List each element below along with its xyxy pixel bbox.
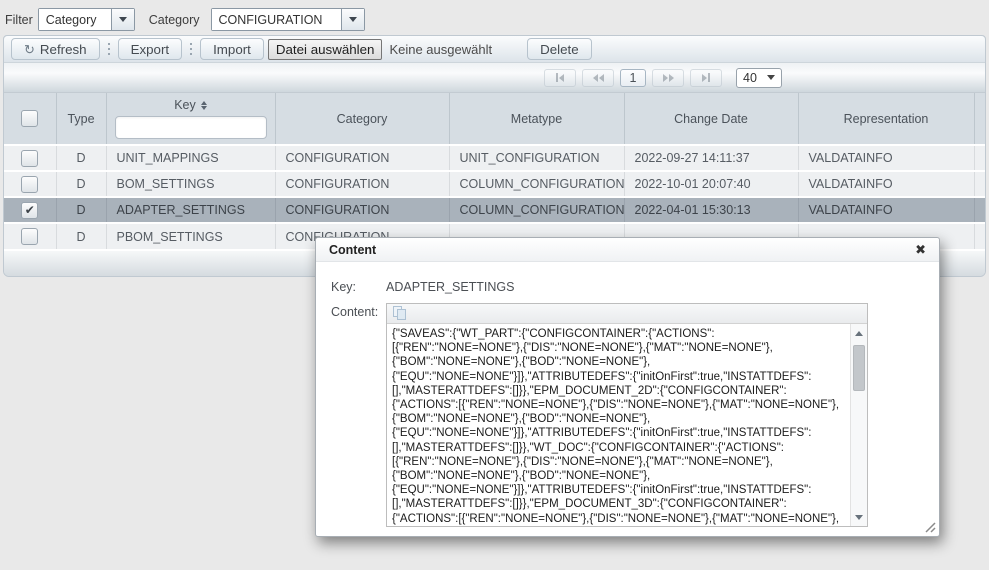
row-checkbox-checked[interactable]: ✔ xyxy=(21,202,38,219)
cell-representation: VALDATAINFO xyxy=(798,171,974,197)
dialog-title: Content xyxy=(329,243,376,257)
cell-category: CONFIGURATION xyxy=(275,171,449,197)
table-row-selected[interactable]: ✔ D ADAPTER_SETTINGS CONFIGURATION COLUM… xyxy=(4,197,985,223)
column-header-representation[interactable]: Representation xyxy=(798,93,974,145)
filter-type-select-value[interactable]: Category xyxy=(39,9,111,30)
column-header-category[interactable]: Category xyxy=(275,93,449,145)
cell-representation: VALDATAINFO xyxy=(798,145,974,171)
editor-toolbar xyxy=(387,304,867,324)
dialog-titlebar[interactable]: Content ✖ xyxy=(316,238,939,262)
cell-change-date: 2022-10-01 20:07:40 xyxy=(624,171,798,197)
content-editor-panel: {"SAVEAS":{"WT_PART":{"CONFIGCONTAINER":… xyxy=(386,303,868,527)
row-checkbox[interactable] xyxy=(21,176,38,193)
toolbar-separator xyxy=(108,43,110,56)
cell-representation: VALDATAINFO xyxy=(798,197,974,223)
page-size-value: 40 xyxy=(743,71,757,85)
cell-key: BOM_SETTINGS xyxy=(106,171,275,197)
key-value: ADAPTER_SETTINGS xyxy=(386,278,515,294)
column-header-key[interactable]: Key xyxy=(106,93,275,145)
table-row[interactable]: D BOM_SETTINGS CONFIGURATION COLUMN_CONF… xyxy=(4,171,985,197)
delete-button[interactable]: Delete xyxy=(527,38,592,60)
page-size-select[interactable]: 40 xyxy=(736,68,782,88)
cell-type: D xyxy=(56,197,106,223)
page-next-button[interactable] xyxy=(652,69,684,87)
dropdown-icon xyxy=(767,75,775,84)
cell-metatype: COLUMN_CONFIGURATION xyxy=(449,197,624,223)
column-header-type[interactable]: Type xyxy=(56,93,106,145)
cell-change-date: 2022-09-27 14:11:37 xyxy=(624,145,798,171)
column-header-metatype[interactable]: Metatype xyxy=(449,93,624,145)
import-button[interactable]: Import xyxy=(200,38,264,60)
row-checkbox[interactable] xyxy=(21,228,38,245)
refresh-button[interactable]: ↻ Refresh xyxy=(11,38,100,60)
refresh-icon: ↻ xyxy=(24,43,35,56)
cell-key: ADAPTER_SETTINGS xyxy=(106,197,275,223)
scroll-up-icon[interactable] xyxy=(851,325,867,341)
export-button[interactable]: Export xyxy=(118,38,183,60)
cell-metatype: UNIT_CONFIGURATION xyxy=(449,145,624,171)
paginator: 1 40 xyxy=(4,63,985,93)
row-checkbox[interactable] xyxy=(21,150,38,167)
content-dialog: Content ✖ Key: ADAPTER_SETTINGS Content:… xyxy=(315,237,940,537)
sort-icon[interactable] xyxy=(201,101,207,110)
category-label: Category xyxy=(149,13,200,27)
page-prev-icon xyxy=(593,74,598,82)
column-header-change-date[interactable]: Change Date xyxy=(624,93,798,145)
toolbar: ↻ Refresh Export Import Datei auswählen … xyxy=(4,36,985,63)
category-dropdown-button[interactable] xyxy=(341,9,364,30)
copy-icon[interactable] xyxy=(393,306,407,321)
results-table: Type Key Category Metatype Change Date R… xyxy=(4,93,985,249)
content-textarea[interactable]: {"SAVEAS":{"WT_PART":{"CONFIGCONTAINER":… xyxy=(387,324,850,526)
page-next-icon xyxy=(663,74,668,82)
table-row[interactable]: D UNIT_MAPPINGS CONFIGURATION UNIT_CONFI… xyxy=(4,145,985,171)
key-label: Key: xyxy=(331,278,386,294)
cell-type: D xyxy=(56,171,106,197)
page-last-button[interactable] xyxy=(690,69,722,87)
dropdown-icon xyxy=(349,17,357,26)
cell-change-date: 2022-04-01 15:30:13 xyxy=(624,197,798,223)
page-prev-button[interactable] xyxy=(582,69,614,87)
filter-type-select[interactable]: Category xyxy=(38,8,135,31)
page-number-button[interactable]: 1 xyxy=(620,69,646,87)
select-all-checkbox[interactable] xyxy=(21,110,38,127)
key-filter-input[interactable] xyxy=(115,116,267,139)
scroll-down-icon[interactable] xyxy=(851,509,867,525)
cell-key: UNIT_MAPPINGS xyxy=(106,145,275,171)
filter-type-dropdown-button[interactable] xyxy=(111,9,134,30)
scrollbar-thumb[interactable] xyxy=(853,345,865,391)
file-status-text: Keine ausgewählt xyxy=(389,42,492,57)
category-select[interactable]: CONFIGURATION xyxy=(211,8,365,31)
cell-type: D xyxy=(56,223,106,249)
content-label: Content: xyxy=(331,303,386,527)
scrollbar[interactable] xyxy=(850,324,867,526)
cell-category: CONFIGURATION xyxy=(275,197,449,223)
category-select-value[interactable]: CONFIGURATION xyxy=(212,9,341,30)
cell-category: CONFIGURATION xyxy=(275,145,449,171)
file-choose-button[interactable]: Datei auswählen xyxy=(268,39,383,60)
filter-label: Filter xyxy=(5,13,33,27)
toolbar-separator xyxy=(190,43,192,56)
close-icon[interactable]: ✖ xyxy=(915,243,926,256)
cell-type: D xyxy=(56,145,106,171)
table-header-row: Type Key Category Metatype Change Date R… xyxy=(4,93,985,145)
page-first-icon xyxy=(556,73,558,82)
cell-metatype: COLUMN_CONFIGURATION xyxy=(449,171,624,197)
resize-grip-icon[interactable] xyxy=(924,521,936,533)
dropdown-icon xyxy=(119,17,127,26)
page-last-icon xyxy=(702,74,707,82)
cell-key: PBOM_SETTINGS xyxy=(106,223,275,249)
filter-bar: Filter Category Category CONFIGURATION xyxy=(0,0,989,35)
page-first-button[interactable] xyxy=(544,69,576,87)
check-icon: ✔ xyxy=(25,204,35,216)
